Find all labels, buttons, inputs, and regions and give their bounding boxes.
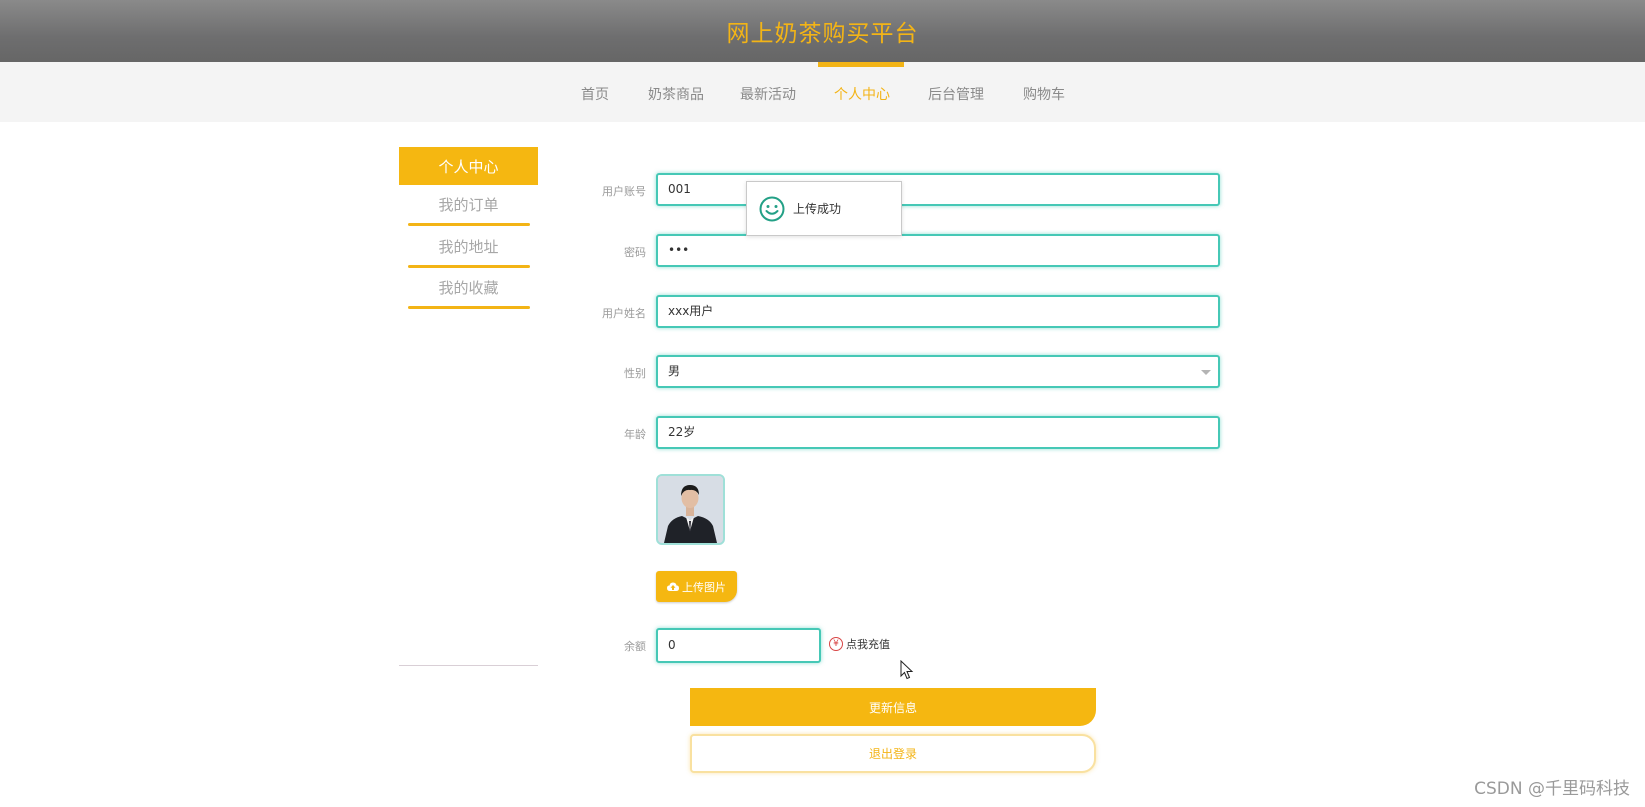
- recharge-label: 点我充值: [846, 638, 890, 651]
- gender-label: 性别: [624, 367, 646, 380]
- main-nav: 首页 奶茶商品 最新活动 个人中心 后台管理 购物车: [0, 62, 1645, 122]
- sidebar-title[interactable]: 个人中心: [399, 147, 538, 185]
- yen-icon: ¥: [829, 637, 843, 651]
- nav-item-admin[interactable]: 后台管理: [928, 62, 984, 122]
- sidebar-item-orders[interactable]: 我的订单: [399, 184, 538, 224]
- balance-field[interactable]: 0: [656, 628, 821, 663]
- name-label: 用户姓名: [602, 307, 646, 320]
- watermark: CSDN @千里码科技: [1474, 779, 1630, 799]
- sidebar-item-favorites[interactable]: 我的收藏: [399, 267, 538, 307]
- upload-image-label: 上传图片: [682, 580, 726, 594]
- password-field[interactable]: •••: [656, 234, 1220, 267]
- sidebar-bottom-line: [399, 665, 538, 666]
- mouse-cursor-icon: [900, 660, 914, 680]
- gender-select[interactable]: 男: [656, 355, 1220, 388]
- nav-item-profile[interactable]: 个人中心: [834, 62, 890, 122]
- sidebar-item-address[interactable]: 我的地址: [399, 226, 538, 266]
- smile-icon: [759, 196, 785, 221]
- nav-item-activities[interactable]: 最新活动: [740, 62, 796, 122]
- recharge-link[interactable]: ¥ 点我充值: [829, 636, 890, 652]
- nav-active-indicator: [818, 62, 904, 67]
- account-field[interactable]: 001: [656, 173, 1220, 206]
- age-label: 年龄: [624, 428, 646, 441]
- sidebar-divider: [408, 306, 530, 309]
- account-label: 用户账号: [602, 185, 646, 198]
- toast-message: 上传成功: [793, 202, 842, 216]
- name-field[interactable]: xxx用户: [656, 295, 1220, 328]
- balance-label: 余额: [624, 640, 646, 653]
- chevron-down-icon[interactable]: [1201, 370, 1211, 375]
- site-title: 网上奶茶购买平台: [726, 21, 919, 47]
- person-photo-icon: [658, 476, 723, 543]
- upload-image-button[interactable]: 上传图片: [656, 571, 737, 602]
- update-info-button[interactable]: 更新信息: [690, 688, 1096, 726]
- password-label: 密码: [624, 246, 646, 259]
- logout-button[interactable]: 退出登录: [690, 734, 1096, 773]
- nav-item-home[interactable]: 首页: [581, 62, 609, 122]
- success-toast: 上传成功: [746, 181, 902, 236]
- nav-item-products[interactable]: 奶茶商品: [648, 62, 704, 122]
- site-header: 网上奶茶购买平台: [0, 0, 1645, 62]
- avatar[interactable]: [656, 474, 725, 545]
- cloud-upload-icon: [667, 582, 679, 591]
- age-field[interactable]: 22岁: [656, 416, 1220, 449]
- nav-item-cart[interactable]: 购物车: [1023, 62, 1065, 122]
